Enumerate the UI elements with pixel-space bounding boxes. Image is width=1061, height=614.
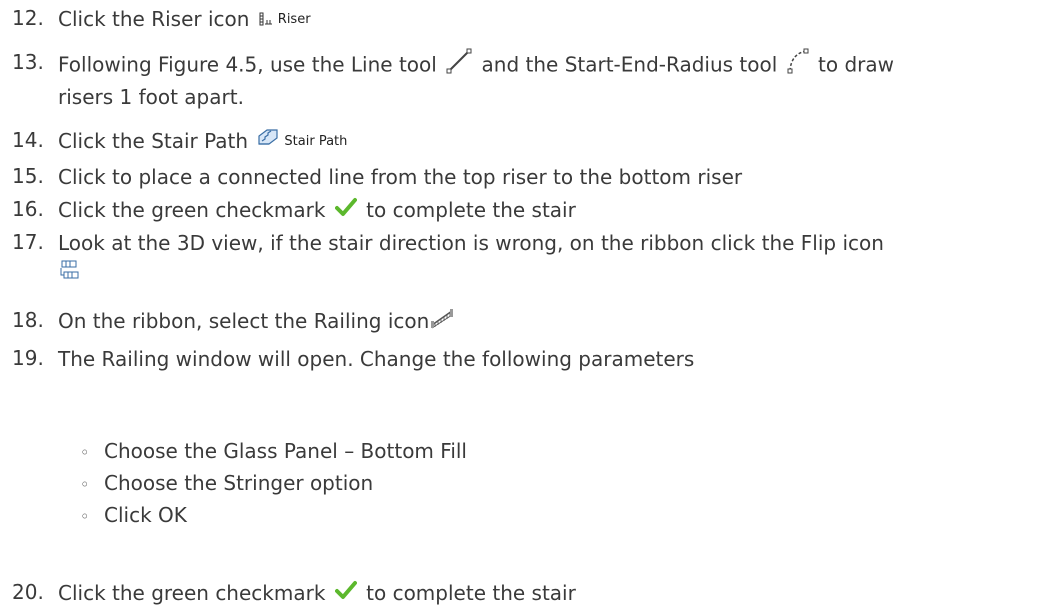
step-number: 12. bbox=[12, 6, 44, 30]
step-number: 14. bbox=[12, 128, 44, 152]
bullet-icon: ◦ bbox=[80, 475, 90, 494]
bullet-text: Click OK bbox=[104, 503, 187, 527]
step-text: Click the green checkmark bbox=[58, 581, 326, 605]
step-number: 15. bbox=[12, 164, 44, 188]
step-number: 20. bbox=[12, 580, 44, 604]
step-number: 19. bbox=[12, 346, 44, 370]
step-text: Look at the 3D view, if the stair direct… bbox=[58, 231, 884, 255]
step-text: to complete the stair bbox=[366, 198, 576, 222]
step-text: Click the Riser icon bbox=[58, 7, 250, 31]
step-text: to draw bbox=[818, 52, 894, 77]
step-text: Click the green checkmark bbox=[58, 198, 326, 222]
step-number: 18. bbox=[12, 308, 44, 332]
step-text: The Railing window will open. Change the… bbox=[58, 347, 695, 371]
flip-icon bbox=[58, 259, 80, 289]
step-text: to complete the stair bbox=[366, 581, 576, 605]
bullet-text: Choose the Stringer option bbox=[104, 471, 374, 495]
bullet-text: Choose the Glass Panel – Bottom Fill bbox=[104, 439, 467, 463]
list-item: ◦ Click OK bbox=[80, 501, 187, 531]
riser-icon bbox=[259, 5, 273, 34]
bullet-icon: ◦ bbox=[80, 443, 90, 462]
stair-path-icon bbox=[257, 127, 279, 156]
step-text: and the Start-End-Radius tool bbox=[481, 52, 778, 77]
line-tool-icon bbox=[446, 48, 472, 82]
step-text: Click the Stair Path bbox=[58, 129, 249, 153]
green-checkmark-icon bbox=[334, 196, 357, 225]
step-text: Click to place a connected line from the… bbox=[58, 165, 743, 189]
stair-path-icon-label: Stair Path bbox=[284, 134, 348, 149]
railing-icon bbox=[430, 307, 454, 337]
start-end-radius-icon bbox=[787, 48, 809, 82]
bullet-icon: ◦ bbox=[80, 507, 90, 526]
step-number: 16. bbox=[12, 197, 44, 221]
step-text: On the ribbon, select the Railing icon bbox=[58, 309, 430, 333]
list-item: ◦ Choose the Stringer option bbox=[80, 469, 373, 499]
green-checkmark-icon bbox=[334, 579, 357, 608]
step-text: Following Figure 4.5, use the Line tool bbox=[58, 52, 437, 77]
list-item: ◦ Choose the Glass Panel – Bottom Fill bbox=[80, 437, 467, 467]
step-number: 17. bbox=[12, 230, 44, 254]
step-text: risers 1 foot apart. bbox=[58, 85, 244, 109]
riser-icon-label: Riser bbox=[277, 12, 311, 27]
step-number: 13. bbox=[12, 50, 44, 74]
